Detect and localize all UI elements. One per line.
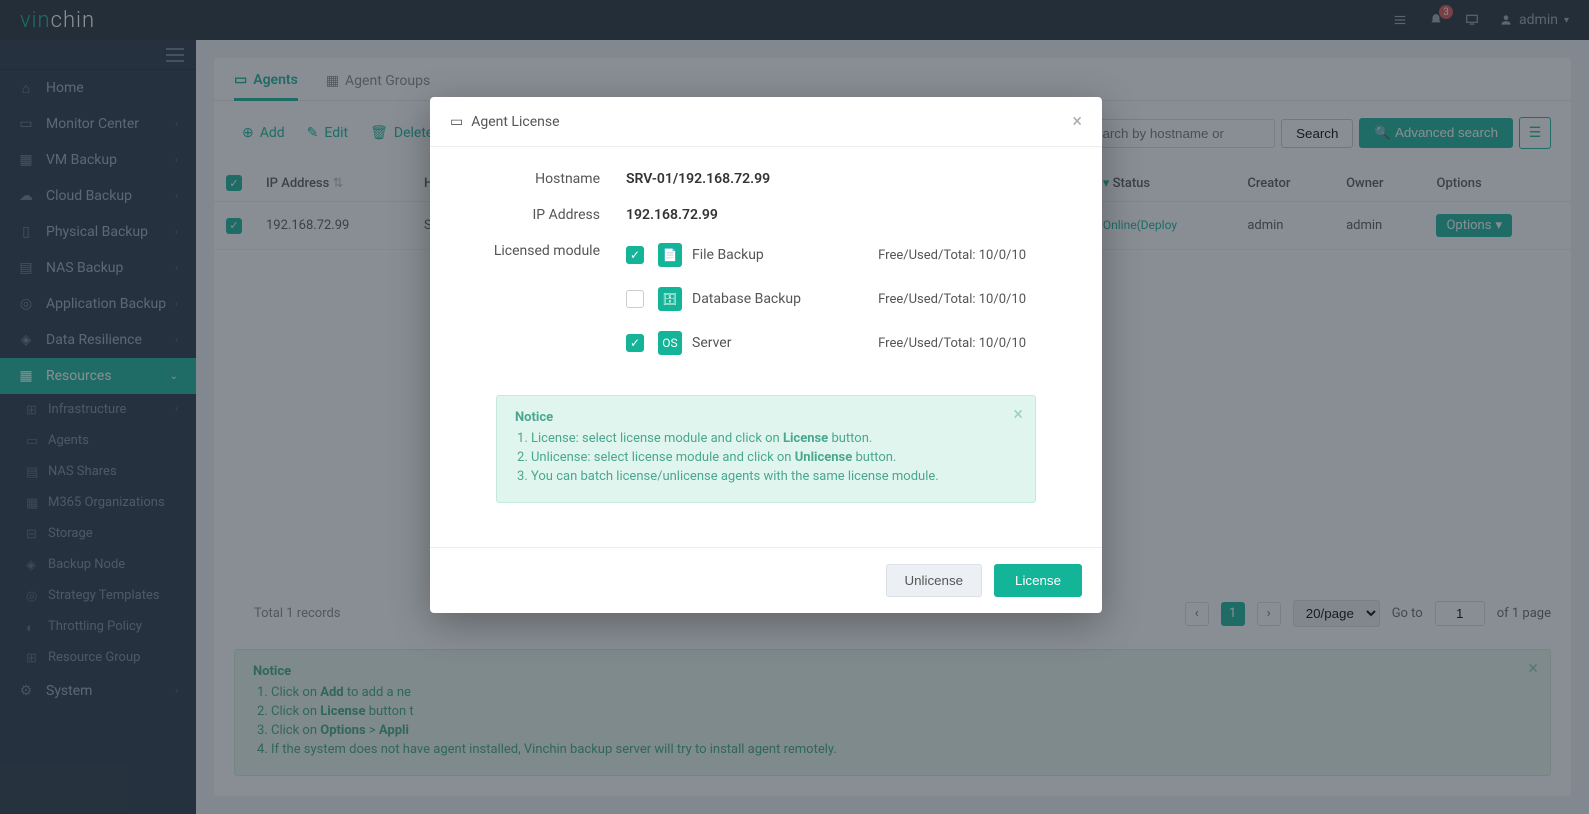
modal-notice: × Notice License: select license module …: [496, 395, 1036, 503]
database-backup-icon: 🗄: [658, 287, 682, 311]
modal-title: Agent License: [471, 114, 559, 130]
module-stats: Free/Used/Total: 10/0/10: [878, 292, 1066, 307]
modal-header: ▭ Agent License ×: [430, 97, 1102, 147]
module-stats: Free/Used/Total: 10/0/10: [878, 336, 1066, 351]
module-name: Database Backup: [692, 291, 801, 307]
module-row: 🗄 Database Backup Free/Used/Total: 10/0/…: [626, 287, 1066, 311]
ip-value: 192.168.72.99: [626, 207, 718, 223]
license-button[interactable]: License: [994, 564, 1082, 597]
close-icon[interactable]: ×: [1072, 111, 1082, 132]
unlicense-button[interactable]: Unlicense: [886, 564, 983, 597]
hostname-value: SRV-01/192.168.72.99: [626, 171, 770, 187]
agent-license-modal: ▭ Agent License × Hostname SRV-01/192.168…: [430, 97, 1102, 613]
module-checkbox[interactable]: ✓: [626, 246, 644, 264]
modal-notice-title: Notice: [515, 410, 553, 425]
module-row: ✓ 📄 File Backup Free/Used/Total: 10/0/10: [626, 243, 1066, 267]
notice-item: License: select license module and click…: [531, 431, 1017, 446]
module-checkbox[interactable]: [626, 290, 644, 308]
notice-item: You can batch license/unlicense agents w…: [531, 469, 1017, 484]
modal-body: Hostname SRV-01/192.168.72.99 IP Address…: [430, 147, 1102, 547]
close-icon[interactable]: ×: [1013, 404, 1023, 425]
license-icon: ▭: [450, 114, 463, 130]
notice-item: Unlicense: select license module and cli…: [531, 450, 1017, 465]
ip-label: IP Address: [466, 207, 626, 223]
server-icon: OS: [658, 331, 682, 355]
licensed-module-label: Licensed module: [466, 243, 626, 259]
file-backup-icon: 📄: [658, 243, 682, 267]
hostname-label: Hostname: [466, 171, 626, 187]
modal-footer: Unlicense License: [430, 547, 1102, 613]
module-name: File Backup: [692, 247, 764, 263]
module-name: Server: [692, 335, 731, 351]
module-stats: Free/Used/Total: 10/0/10: [878, 248, 1066, 263]
modal-notice-list: License: select license module and click…: [531, 431, 1017, 484]
module-checkbox[interactable]: ✓: [626, 334, 644, 352]
module-list: ✓ 📄 File Backup Free/Used/Total: 10/0/10…: [626, 243, 1066, 375]
module-row: ✓ OS Server Free/Used/Total: 10/0/10: [626, 331, 1066, 355]
